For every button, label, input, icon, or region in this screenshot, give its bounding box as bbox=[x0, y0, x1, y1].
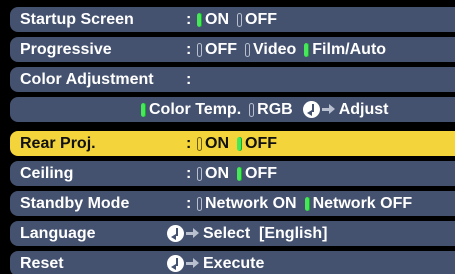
indicator-selected-icon bbox=[141, 102, 146, 117]
option-group: ON OFF bbox=[197, 131, 285, 156]
action-label: Execute bbox=[203, 255, 265, 272]
menu-item-language[interactable]: Language Select [English] bbox=[10, 221, 455, 246]
option-group: OFF Video Film/Auto bbox=[197, 37, 394, 62]
option-group: Color Temp. RGB Adjust bbox=[141, 97, 389, 122]
indicator-selected-icon bbox=[237, 166, 242, 181]
indicator-selected-icon bbox=[197, 12, 202, 27]
action-label: Select [English] bbox=[203, 225, 328, 242]
option-on[interactable]: ON bbox=[197, 161, 229, 186]
option-label: ON bbox=[205, 11, 229, 28]
indicator-selected-icon bbox=[237, 136, 242, 151]
menu-item-progressive[interactable]: Progressive : OFF Video Film/Auto bbox=[10, 37, 455, 62]
menu-item-label: Color Adjustment bbox=[20, 71, 154, 88]
option-on[interactable]: ON bbox=[197, 131, 229, 156]
option-on[interactable]: ON bbox=[197, 7, 229, 32]
option-label: OFF bbox=[245, 11, 277, 28]
option-label: Network ON bbox=[205, 195, 297, 212]
indicator-selected-icon bbox=[304, 196, 310, 211]
menu-item-color-adjustment[interactable]: Color Adjustment : bbox=[10, 67, 455, 92]
option-label: Color Temp. bbox=[149, 101, 242, 118]
arrow-right-icon bbox=[186, 221, 200, 246]
separator-colon: : bbox=[186, 41, 192, 58]
option-off[interactable]: OFF bbox=[197, 37, 237, 62]
projector-settings-menu: Startup Screen : ON OFF Progressive : OF… bbox=[0, 0, 455, 274]
action-group: Select [English] bbox=[167, 221, 327, 246]
action-group: Execute bbox=[167, 251, 264, 274]
option-off[interactable]: OFF bbox=[237, 161, 277, 186]
option-label: Video bbox=[253, 41, 297, 58]
menu-item-label: Progressive bbox=[20, 41, 112, 58]
separator-colon: : bbox=[186, 165, 192, 182]
indicator-unselected-icon bbox=[245, 42, 250, 57]
menu-item-rear-proj[interactable]: Rear Proj. : ON OFF bbox=[10, 131, 455, 156]
option-rgb[interactable]: RGB bbox=[249, 97, 293, 122]
option-label: ON bbox=[205, 135, 229, 152]
indicator-unselected-icon bbox=[237, 12, 242, 27]
indicator-unselected-icon bbox=[249, 102, 255, 117]
enter-icon bbox=[167, 225, 184, 242]
arrow-right-icon bbox=[321, 97, 336, 122]
indicator-unselected-icon bbox=[197, 166, 202, 181]
enter-icon bbox=[302, 101, 320, 118]
menu-item-label: Language bbox=[20, 225, 96, 242]
menu-item-label: Rear Proj. bbox=[20, 135, 96, 152]
menu-item-ceiling[interactable]: Ceiling : ON OFF bbox=[10, 161, 455, 186]
option-group: Network ON Network OFF bbox=[197, 191, 420, 216]
option-group: ON OFF bbox=[197, 161, 285, 186]
separator-colon: : bbox=[186, 71, 192, 88]
indicator-unselected-icon bbox=[197, 136, 202, 151]
indicator-selected-icon bbox=[304, 42, 310, 57]
arrow-right-icon bbox=[186, 251, 200, 274]
option-label: ON bbox=[205, 165, 229, 182]
option-off[interactable]: OFF bbox=[237, 7, 277, 32]
option-label: OFF bbox=[245, 135, 277, 152]
menu-item-label: Ceiling bbox=[20, 165, 74, 182]
indicator-unselected-icon bbox=[197, 42, 202, 57]
option-label: OFF bbox=[245, 165, 277, 182]
separator-colon: : bbox=[186, 135, 192, 152]
option-label: RGB bbox=[257, 101, 293, 118]
separator-colon: : bbox=[186, 195, 192, 212]
separator-colon: : bbox=[186, 11, 192, 28]
indicator-unselected-icon bbox=[197, 196, 202, 211]
menu-item-label: Startup Screen bbox=[20, 11, 134, 28]
action-label: Adjust bbox=[338, 101, 389, 118]
color-adjustment-options-row[interactable]: Color Temp. RGB Adjust bbox=[10, 97, 455, 122]
option-label: Film/Auto bbox=[312, 41, 387, 58]
menu-item-standby-mode[interactable]: Standby Mode : Network ON Network OFF bbox=[10, 191, 455, 216]
option-label: OFF bbox=[205, 41, 237, 58]
option-network-off[interactable]: Network OFF bbox=[304, 191, 413, 216]
option-label: Network OFF bbox=[312, 195, 413, 212]
menu-item-startup-screen[interactable]: Startup Screen : ON OFF bbox=[10, 7, 455, 32]
menu-item-label: Standby Mode bbox=[20, 195, 130, 212]
option-color-temp[interactable]: Color Temp. bbox=[141, 97, 241, 122]
enter-icon bbox=[167, 255, 184, 272]
menu-item-label: Reset bbox=[20, 255, 64, 272]
option-video[interactable]: Video bbox=[245, 37, 296, 62]
menu-item-reset[interactable]: Reset Execute bbox=[10, 251, 455, 274]
option-off[interactable]: OFF bbox=[237, 131, 277, 156]
option-network-on[interactable]: Network ON bbox=[197, 191, 297, 216]
option-group: ON OFF bbox=[197, 7, 285, 32]
option-film-auto[interactable]: Film/Auto bbox=[304, 37, 386, 62]
